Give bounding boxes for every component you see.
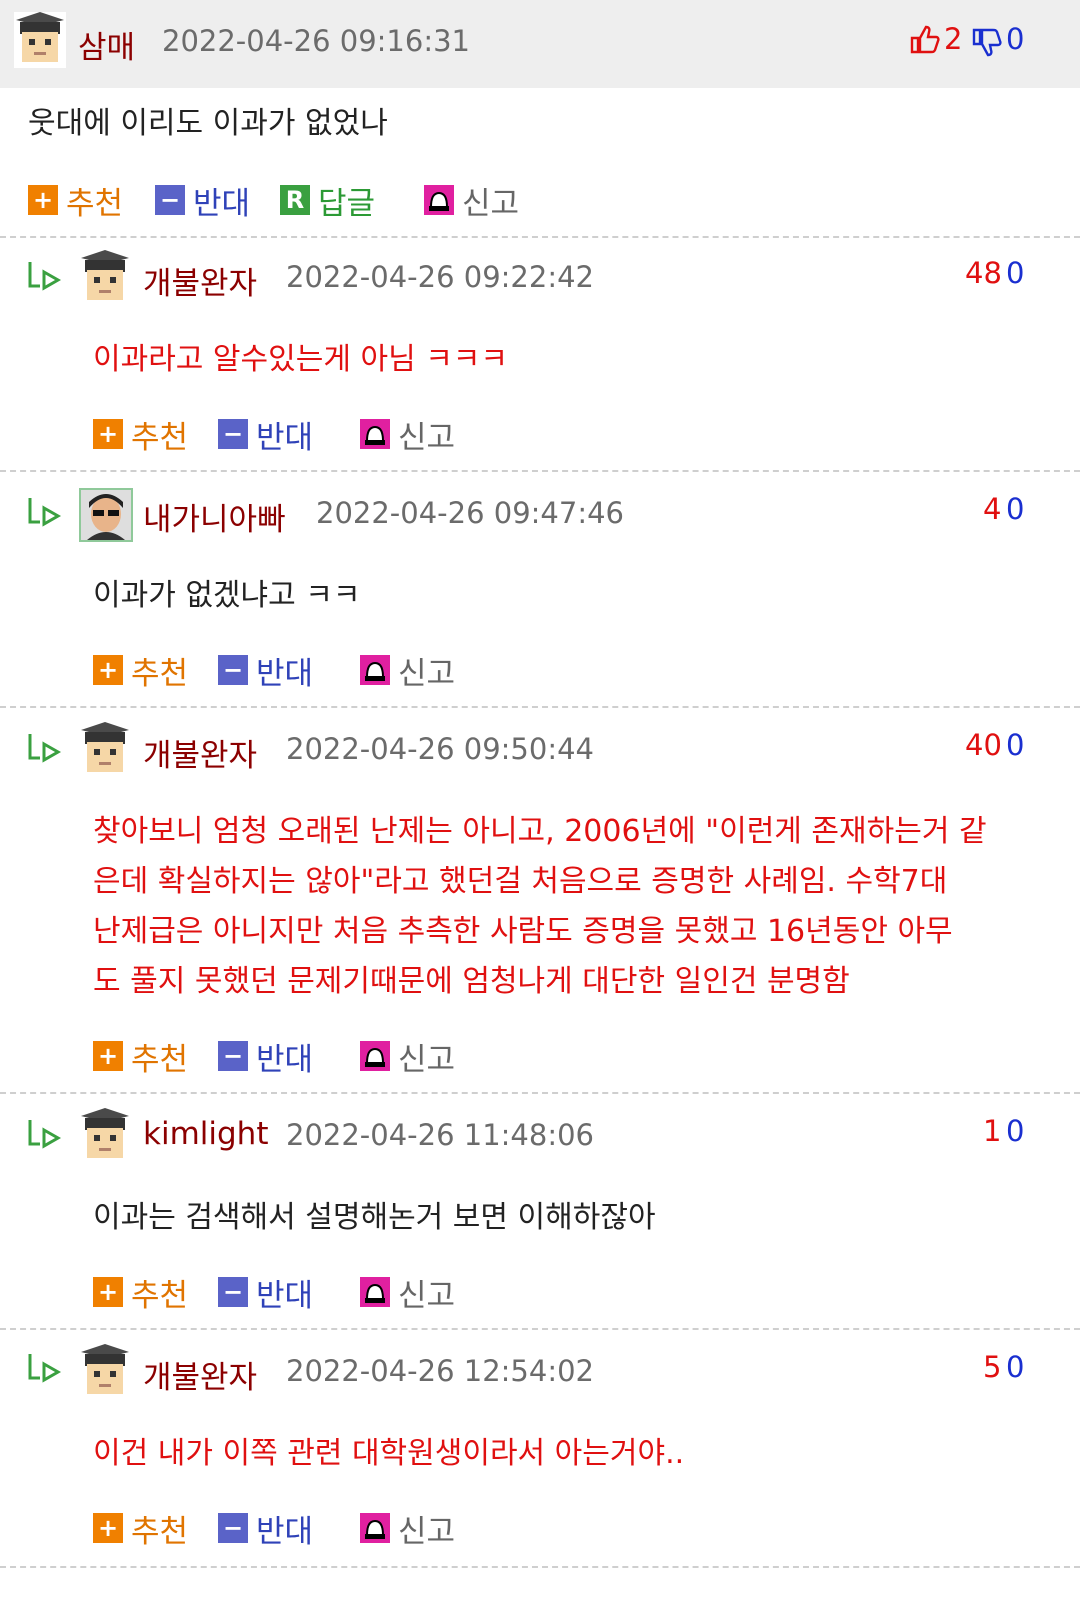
default-avatar-icon [14,12,66,68]
comment-text: 웃대에 이리도 이과가 없었나 [28,106,388,141]
downvote-count: 0 [1006,728,1025,762]
comment-divider [0,706,1080,708]
upvote-count: 2 [944,22,963,56]
comment-text-line: 난제급은 아니지만 처음 추측한 사람도 증명을 못했고 16년동안 아무 [93,914,953,949]
comment-divider [0,470,1080,472]
comment-date: 2022-04-26 09:47:46 [316,496,624,530]
default-avatar-icon [79,1108,131,1164]
siren-icon [424,185,454,215]
upvote-count: 4 [983,492,1002,526]
reply-arrow-icon [28,262,62,291]
minus-icon: − [218,655,248,685]
comment-text: 이건 내가 이쪽 관련 대학원생이라서 아는거야.. [93,1436,685,1471]
recommend-button[interactable]: + 추천 [28,180,123,222]
comment-date: 2022-04-26 09:22:42 [286,260,594,294]
comment-divider [0,236,1080,238]
oppose-button[interactable]: − 반대 [218,414,313,456]
recommend-button[interactable]: + 추천 [93,1508,188,1550]
user-photo-avatar [79,488,133,542]
thumbs-down-icon[interactable] [970,26,1002,58]
oppose-button[interactable]: − 반대 [218,1272,313,1314]
comment-date: 2022-04-26 11:48:06 [286,1118,594,1152]
comment-text-line: 도 풀지 못했던 문제기때문에 엄청나게 대단한 일인건 분명함 [93,964,850,999]
reply-arrow-icon [28,498,62,527]
report-button[interactable]: 신고 [360,1508,455,1550]
comment-date: 2022-04-26 12:54:02 [286,1354,594,1388]
comment-text: 이과가 없겠냐고 ㅋㅋ [93,578,361,613]
upvote-count: 48 [965,256,1002,290]
comment-author[interactable]: kimlight [143,1116,268,1152]
plus-icon: + [28,185,58,215]
downvote-count: 0 [1006,1350,1025,1384]
comment-divider [0,1092,1080,1094]
minus-icon: − [218,1041,248,1071]
plus-icon: + [93,655,123,685]
plus-icon: + [93,1513,123,1543]
siren-icon [360,1513,390,1543]
siren-icon [360,1041,390,1071]
minus-icon: − [218,1277,248,1307]
comment-author[interactable]: 개불완자 [143,258,257,303]
reply-arrow-icon [28,1354,62,1383]
reply-button[interactable]: R 답글 [280,180,375,222]
upvote-count: 40 [965,728,1002,762]
comment-author[interactable]: 내가니아빠 [143,494,286,539]
plus-icon: + [93,1277,123,1307]
comment-text-line: 은데 확실하지는 않아"라고 했던걸 처음으로 증명한 사례임. 수학7대 [93,864,948,899]
upvote-count: 5 [983,1350,1002,1384]
downvote-count: 0 [1006,256,1025,290]
thumbs-up-icon[interactable] [908,24,940,56]
oppose-button[interactable]: − 반대 [218,650,313,692]
reply-arrow-icon [28,734,62,763]
comment-text: 이과는 검색해서 설명해논거 보면 이해하잖아 [93,1200,656,1235]
upvote-count: 1 [983,1114,1002,1148]
comment-author[interactable]: 개불완자 [143,1352,257,1397]
default-avatar-icon [79,722,131,778]
siren-icon [360,655,390,685]
comment-text-line: 찾아보니 엄청 오래된 난제는 아니고, 2006년에 "이런게 존재하는거 같 [93,814,987,849]
minus-icon: − [218,419,248,449]
recommend-button[interactable]: + 추천 [93,1036,188,1078]
downvote-count: 0 [1006,1114,1025,1148]
comment-author[interactable]: 개불완자 [143,730,257,775]
default-avatar-icon [79,1344,131,1400]
siren-icon [360,1277,390,1307]
recommend-button[interactable]: + 추천 [93,414,188,456]
report-button[interactable]: 신고 [360,1272,455,1314]
siren-icon [360,419,390,449]
plus-icon: + [93,1041,123,1071]
oppose-button[interactable]: − 반대 [218,1036,313,1078]
report-button[interactable]: 신고 [360,414,455,456]
recommend-button[interactable]: + 추천 [93,650,188,692]
recommend-button[interactable]: + 추천 [93,1272,188,1314]
oppose-button[interactable]: − 반대 [155,180,250,222]
downvote-count: 0 [1006,22,1025,56]
default-avatar-icon [79,250,131,306]
comment-divider [0,1566,1080,1568]
report-button[interactable]: 신고 [424,180,519,222]
report-button[interactable]: 신고 [360,1036,455,1078]
comment-date: 2022-04-26 09:16:31 [162,24,470,58]
comment-author[interactable]: 삼매 [78,22,135,67]
reply-arrow-icon [28,1120,62,1149]
oppose-button[interactable]: − 반대 [218,1508,313,1550]
comment-date: 2022-04-26 09:50:44 [286,732,594,766]
reply-badge-icon: R [280,185,310,215]
downvote-count: 0 [1006,492,1025,526]
comment-divider [0,1328,1080,1330]
comment-text: 이과라고 알수있는게 아님 ㅋㅋㅋ [93,342,509,377]
report-button[interactable]: 신고 [360,650,455,692]
minus-icon: − [155,185,185,215]
plus-icon: + [93,419,123,449]
minus-icon: − [218,1513,248,1543]
